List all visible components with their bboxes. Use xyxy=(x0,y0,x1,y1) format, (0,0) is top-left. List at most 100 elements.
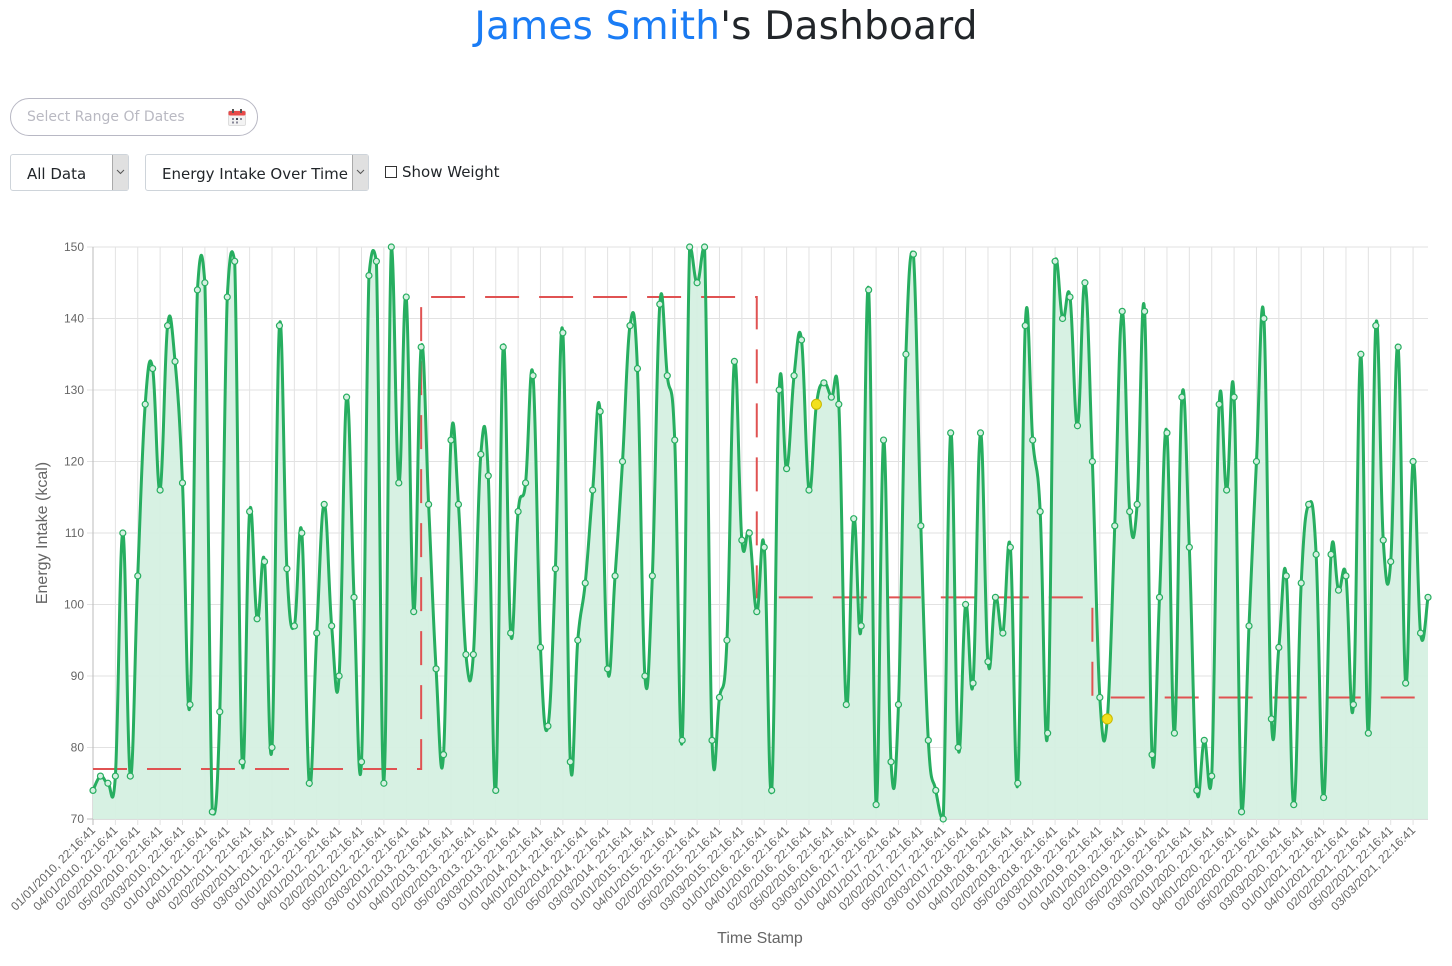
data-point xyxy=(1140,307,1149,315)
data-point xyxy=(1088,457,1096,466)
data-point xyxy=(1014,779,1022,787)
data-point xyxy=(730,357,738,365)
data-point xyxy=(290,622,298,630)
data-point xyxy=(1163,429,1171,437)
data-point xyxy=(559,329,567,337)
data-point xyxy=(365,272,373,280)
data-point xyxy=(253,615,261,623)
data-point xyxy=(432,665,440,673)
data-point xyxy=(1372,322,1380,330)
data-point xyxy=(201,279,209,287)
data-point xyxy=(857,622,865,630)
data-point xyxy=(656,300,664,308)
data-point xyxy=(760,543,768,551)
data-point xyxy=(536,643,545,652)
data-point xyxy=(1044,729,1052,737)
data-point xyxy=(872,801,880,809)
data-point xyxy=(1073,422,1082,430)
energy-intake-chart: 70 80 90 100 110 120 130 140 150 01/01/2010, 22:… xyxy=(8,240,1432,947)
data-point xyxy=(686,243,694,251)
data-point xyxy=(1260,314,1268,323)
data-point xyxy=(1379,536,1387,544)
data-point xyxy=(753,608,761,616)
x-axis-ticks: 01/01/2010, 22:16:4104/01/2010, 22:16:41… xyxy=(8,823,1418,913)
data-point xyxy=(238,758,246,766)
data-point xyxy=(1364,729,1372,737)
data-point xyxy=(1297,579,1305,587)
data-point xyxy=(745,529,753,537)
data-point xyxy=(544,722,552,730)
data-point xyxy=(566,758,574,766)
data-point xyxy=(1349,700,1358,709)
data-point xyxy=(96,772,105,780)
data-point xyxy=(216,708,224,716)
data-point xyxy=(119,529,127,537)
data-point xyxy=(671,436,679,444)
data-point xyxy=(678,736,686,744)
data-point xyxy=(141,400,149,408)
data-point xyxy=(1058,314,1067,323)
data-point xyxy=(976,429,985,437)
data-point xyxy=(380,779,388,787)
data-point xyxy=(1223,486,1231,494)
data-point xyxy=(1021,322,1029,330)
data-point xyxy=(171,357,179,365)
data-point xyxy=(1215,400,1223,408)
data-point xyxy=(924,736,932,744)
data-point xyxy=(104,779,112,787)
data-point xyxy=(1267,715,1275,723)
data-point xyxy=(1081,279,1089,287)
data-point xyxy=(596,407,604,416)
data-point xyxy=(604,665,612,673)
data-point xyxy=(156,486,164,494)
data-point xyxy=(410,608,418,616)
data-point xyxy=(842,700,850,709)
data-point xyxy=(1357,350,1365,358)
data-point xyxy=(835,400,843,408)
data-point xyxy=(1066,293,1074,301)
y-tick-label: 90 xyxy=(71,669,85,683)
data-point xyxy=(738,536,746,544)
data-point xyxy=(1245,622,1253,630)
data-point xyxy=(783,465,791,473)
data-point xyxy=(648,572,656,580)
data-point xyxy=(887,758,895,766)
data-point xyxy=(163,322,172,330)
data-point xyxy=(268,743,276,752)
data-point xyxy=(1133,500,1141,508)
data-point xyxy=(469,650,477,659)
data-point xyxy=(335,672,343,680)
data-point xyxy=(462,650,470,659)
data-point xyxy=(425,500,433,508)
data-point xyxy=(1237,808,1246,816)
data-point xyxy=(275,322,284,330)
data-point xyxy=(454,500,463,508)
y-tick-label: 120 xyxy=(64,455,84,469)
data-point xyxy=(1416,629,1425,637)
data-point xyxy=(775,386,783,394)
data-point xyxy=(313,629,321,637)
highlighted-point xyxy=(1101,713,1113,725)
data-point xyxy=(663,372,671,380)
data-point xyxy=(283,565,291,573)
data-point xyxy=(618,457,627,466)
data-point xyxy=(1282,572,1290,580)
data-point xyxy=(633,364,642,373)
data-point xyxy=(439,751,448,759)
data-point xyxy=(231,257,239,265)
data-point xyxy=(111,772,119,780)
data-point xyxy=(917,522,925,530)
data-point xyxy=(1252,457,1261,466)
data-point xyxy=(909,250,917,258)
data-point xyxy=(902,350,910,358)
data-point xyxy=(149,364,157,373)
data-point xyxy=(1126,507,1134,516)
data-point xyxy=(551,565,560,573)
data-point xyxy=(626,322,634,330)
data-point xyxy=(89,786,97,795)
data-point xyxy=(246,507,254,516)
data-point xyxy=(1006,543,1014,551)
data-point xyxy=(477,450,485,458)
data-point xyxy=(611,572,619,580)
data-point xyxy=(954,743,962,752)
